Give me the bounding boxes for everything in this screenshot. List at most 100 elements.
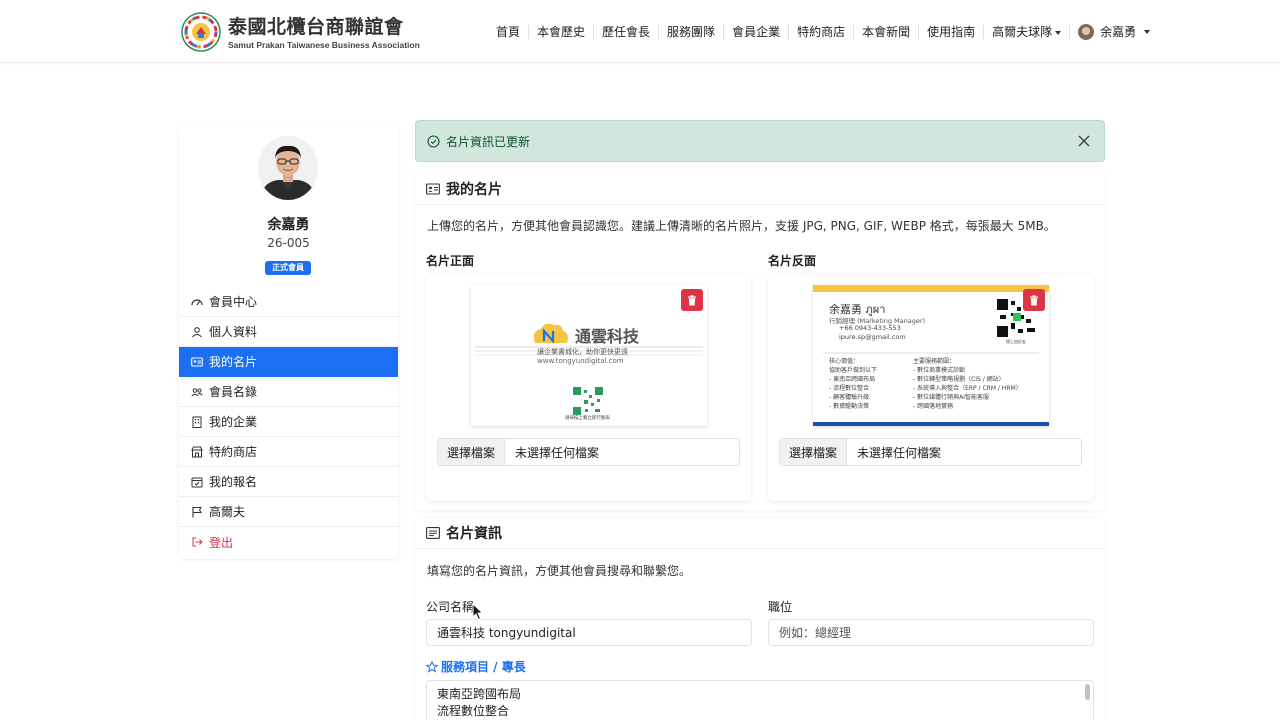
textarea-scrollbar[interactable] [1085,684,1090,700]
top-navbar: 泰國北欖台商聯誼會 Samut Prakan Taiwanese Busines… [0,0,1280,63]
nav-user-name: 余嘉勇 [1100,25,1137,39]
nav-golf-label: 高爾夫球隊 [992,25,1053,39]
sidebar-item-label: 登出 [209,535,234,550]
card-right-line: - 數位轉型策略規劃（CIS / 網站） [913,376,1005,383]
back-image-panel: 余嘉勇 ภูผา 行銷經理 (Marketing Manager) +66 09… [768,274,1094,501]
sidebar-item-my-company[interactable]: 我的企業 [179,407,398,437]
people-icon [191,387,203,396]
section-title: 名片資訊 [446,526,502,542]
sidebar-item-my-registrations[interactable]: 我的報名 [179,467,398,497]
calendar-icon [191,477,203,487]
card-right-heading: 主要服務範圍： [913,358,956,365]
delete-front-button[interactable] [681,289,703,311]
card-left-line: 協助客戶做到以下 [829,367,878,374]
mouse-cursor-icon [472,603,484,621]
choose-file-button[interactable]: 選擇檔案 [780,439,848,465]
position-input[interactable]: 例如：總經理 [768,619,1094,646]
nav-news[interactable]: 本會新聞 [854,25,920,39]
chevron-down-icon [1144,30,1151,34]
chevron-down-icon [1055,30,1062,35]
delete-back-button[interactable] [1023,289,1045,311]
check-circle-icon [427,134,440,148]
card-email: ipure.sp@gmail.com [839,333,906,341]
choose-file-button[interactable]: 選擇檔案 [438,439,506,465]
card-qr-caption: 請掃描上載立即行動表 [565,416,610,421]
sidebar-item-label: 我的名片 [209,355,258,369]
card-left-line: - 流程數位整合 [829,385,870,392]
flag-icon [192,506,202,517]
sidebar-item-member-center[interactable]: 會員中心 [179,287,398,317]
status-badge: 正式會員 [265,261,311,275]
building-icon [192,416,202,428]
main-nav: 首頁 本會歷史 歷任會長 服務團隊 會員企業 特約商店 本會新聞 使用指南 高爾… [488,21,1158,43]
member-sidebar: 余嘉勇 26-005 正式會員 會員中心 個人資料 我的名片 會員名錄 我的企業… [179,126,398,559]
profile-name: 余嘉勇 [267,217,310,233]
trash-icon [688,294,696,305]
shop-icon [191,446,203,457]
services-textarea[interactable]: 東南亞跨國布局 流程數位整合 [426,680,1094,720]
sidebar-item-golf[interactable]: 高爾夫 [179,497,398,527]
sidebar-item-directory[interactable]: 會員名錄 [179,377,398,407]
nav-user-dropdown[interactable]: 余嘉勇 [1070,24,1158,40]
id-card-icon [426,182,440,195]
card-qr-caption: 掃上加好友 [1006,339,1026,344]
sidebar-item-label: 我的報名 [209,475,258,489]
logout-icon [192,537,203,547]
id-card-icon [191,356,203,367]
success-alert: 名片資訊已更新 [415,120,1105,162]
section-description: 上傳您的名片，方便其他會員認識您。建議上傳清晰的名片照片，支援 JPG, PNG… [427,219,1056,233]
card-info-section: 名片資訊 填寫您的名片資訊，方便其他會員搜尋和聯繫您。 公司名稱 職位 通雲科技… [415,518,1105,720]
close-icon[interactable] [1074,131,1094,151]
card-right-line: - 數位商業模式診斷 [913,367,966,374]
card-url: www.tongyundigital.com [537,357,624,365]
nav-home[interactable]: 首頁 [488,25,530,39]
brand[interactable]: 泰國北欖台商聯誼會 Samut Prakan Taiwanese Busines… [181,12,420,52]
member-id: 26-005 [267,236,310,250]
my-card-section: 我的名片 上傳您的名片，方便其他會員認識您。建議上傳清晰的名片照片，支援 JPG… [415,173,1105,510]
section-header: 名片資訊 [415,518,1105,549]
sidebar-item-label: 會員中心 [209,295,258,309]
nav-golf-dropdown[interactable]: 高爾夫球隊 [984,25,1071,39]
company-name-input[interactable]: 通雲科技 tongyundigital [426,619,752,646]
company-name-label: 公司名稱 [426,600,475,614]
sidebar-item-label: 個人資料 [209,325,258,339]
document-text-icon [426,527,440,539]
card-left-line: - 東南亞跨國布局 [829,376,876,383]
card-left-heading: 核心價值： [829,358,860,365]
position-label: 職位 [768,600,793,614]
services-label: 服務項目 / 專長 [426,658,526,675]
nav-history[interactable]: 本會歷史 [529,25,595,39]
nav-partner-shops[interactable]: 特約商店 [789,25,855,39]
alert-message: 名片資訊已更新 [446,134,531,149]
sidebar-item-logout[interactable]: 登出 [179,527,398,557]
sidebar-item-my-card[interactable]: 我的名片 [179,347,398,377]
profile-photo [258,136,318,200]
nav-member-companies[interactable]: 會員企業 [724,25,790,39]
brand-title: 泰國北欖台商聯誼會 [228,15,404,38]
file-name-text: 未選擇任何檔案 [515,445,600,460]
file-name-text: 未選擇任何檔案 [857,445,942,460]
sidebar-item-partner-shops[interactable]: 特約商店 [179,437,398,467]
front-image-panel: 通雲科技 讓企業書城化，助你更快更遠 www.tongyundigital.co… [426,274,751,501]
dashboard-icon [191,298,203,305]
trash-icon [1030,294,1038,305]
card-phone: +66 0943-433-553 [839,324,901,332]
nav-guide[interactable]: 使用指南 [919,25,985,39]
nav-service-team[interactable]: 服務團隊 [659,25,725,39]
card-left-line: - 數據驅動決策 [829,403,870,410]
front-file-input[interactable]: 選擇檔案 未選擇任何檔案 [437,438,740,466]
card-slogan: 讓企業書城化，助你更快更遠 [537,348,628,356]
card-company-name: 通雲科技 [575,327,640,346]
back-file-input[interactable]: 選擇檔案 未選擇任何檔案 [779,438,1082,466]
nav-past-presidents[interactable]: 歷任會長 [594,25,660,39]
user-icon [192,326,202,337]
sidebar-item-label: 高爾夫 [209,505,246,519]
avatar [1078,24,1095,40]
card-front-image: 通雲科技 讓企業書城化，助你更快更遠 www.tongyundigital.co… [471,285,707,426]
card-left-line: - 顧客體驗升級 [829,394,870,401]
association-logo [181,12,221,52]
sidebar-menu: 會員中心 個人資料 我的名片 會員名錄 我的企業 特約商店 我的報名 高爾夫 登… [179,287,398,557]
services-label-text: 服務項目 / 專長 [441,660,526,674]
sidebar-item-profile[interactable]: 個人資料 [179,317,398,347]
back-label: 名片反面 [768,254,817,268]
